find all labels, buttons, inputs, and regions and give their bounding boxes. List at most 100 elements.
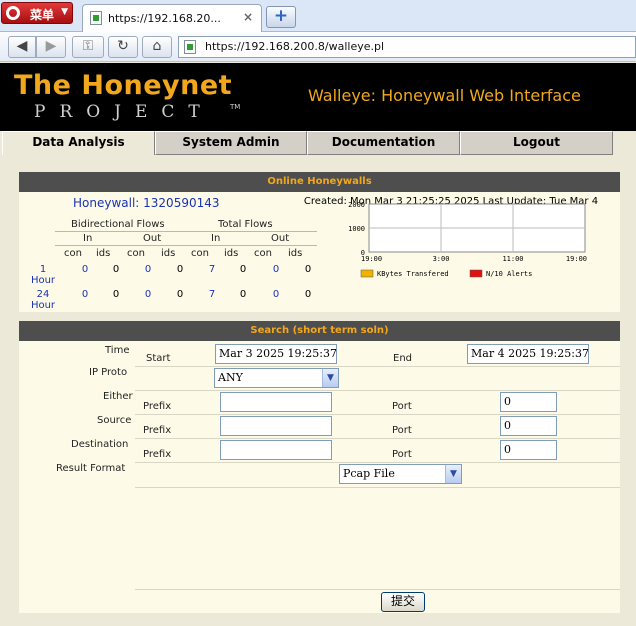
chart-x-tick-label: 3:00	[433, 255, 450, 263]
ip-proto-select[interactable]: ANY ▼	[214, 368, 339, 388]
ids-header: ids	[224, 248, 239, 259]
row-label-24-hour[interactable]: 24 Hour	[29, 289, 57, 311]
address-bar[interactable]: https://192.168.200.8/walleye.pl	[178, 36, 636, 58]
table-cell: 0	[239, 264, 247, 275]
chart-x-tick-label: 11:00	[502, 255, 523, 263]
row-divider	[135, 462, 620, 463]
end-time-input[interactable]: Mar 4 2025 19:25:37	[467, 344, 589, 364]
row-divider	[135, 438, 620, 439]
browser-toolbar: ◀ ▶ ⚿ ↻ ⌂ https://192.168.200.8/walleye.…	[0, 32, 636, 62]
chart-y-tick-label: 2000	[348, 201, 365, 209]
source-prefix-input[interactable]	[220, 416, 332, 436]
chevron-down-icon: ▼	[61, 7, 68, 17]
new-tab-button[interactable]: +	[266, 6, 296, 28]
table-cell[interactable]: 0	[77, 264, 93, 275]
chart-legend-label: KBytes Transfered	[377, 270, 449, 278]
opera-menu-button[interactable]: 菜单 ▼	[1, 2, 73, 24]
forward-button[interactable]: ▶	[36, 36, 66, 58]
row-divider	[135, 390, 620, 391]
con-header: con	[64, 248, 82, 259]
back-button[interactable]: ◀	[8, 36, 36, 58]
search-heading: Search (short term soln)	[19, 321, 620, 341]
con-header: con	[254, 248, 272, 259]
start-label: Start	[146, 353, 171, 364]
port-label: Port	[392, 425, 412, 436]
table-divider	[55, 245, 317, 246]
port-label: Port	[392, 401, 412, 412]
reload-button[interactable]: ↻	[108, 36, 138, 58]
chart-legend-swatch	[360, 269, 374, 278]
home-icon: ⌂	[152, 38, 162, 54]
either-label: Either	[103, 391, 133, 402]
page-favicon-icon	[184, 40, 196, 54]
table-cell[interactable]: 0	[140, 289, 156, 300]
password-manager-button[interactable]: ⚿	[72, 36, 104, 58]
con-header: con	[127, 248, 145, 259]
result-format-value: Pcap File	[343, 467, 395, 480]
destination-port-input[interactable]: 0	[500, 440, 557, 460]
source-label: Source	[97, 415, 132, 426]
end-label: End	[393, 353, 413, 364]
bidirectional-flows-header: Bidirectional Flows	[71, 219, 165, 230]
start-time-input[interactable]: Mar 3 2025 19:25:37	[215, 344, 337, 364]
browser-tab[interactable]: https://192.168.20... ×	[82, 4, 262, 32]
out-header: Out	[143, 233, 162, 244]
table-cell[interactable]: 0	[268, 289, 284, 300]
table-cell: 0	[239, 289, 247, 300]
row-divider	[135, 366, 620, 367]
row-label-1-hour[interactable]: 1 Hour	[29, 264, 57, 286]
table-cell[interactable]: 0	[77, 289, 93, 300]
tab-title: https://192.168.20...	[108, 12, 221, 25]
ids-header: ids	[161, 248, 176, 259]
trademark-mark: TM	[230, 103, 241, 111]
page-viewport: The Honeynet PROJECT TM Walleye: Honeywa…	[0, 63, 636, 626]
destination-prefix-input[interactable]	[220, 440, 332, 460]
opera-logo-icon	[6, 6, 20, 20]
tab-system-admin[interactable]: System Admin	[155, 131, 307, 155]
chevron-down-icon: ▼	[445, 465, 461, 483]
in-header: In	[83, 233, 93, 244]
submit-button[interactable]: 提交	[381, 592, 425, 612]
table-cell[interactable]: 7	[204, 264, 220, 275]
prefix-label: Prefix	[143, 449, 172, 460]
table-cell[interactable]: 0	[140, 264, 156, 275]
table-cell[interactable]: 7	[204, 289, 220, 300]
result-format-select[interactable]: Pcap File ▼	[339, 464, 462, 484]
home-button[interactable]: ⌂	[142, 36, 172, 58]
destination-label: Destination	[71, 439, 129, 450]
table-cell: 0	[304, 264, 312, 275]
total-flows-header: Total Flows	[218, 219, 273, 230]
honeywall-link[interactable]: Honeywall: 1320590143	[73, 196, 220, 210]
ip-proto-value: ANY	[218, 371, 243, 384]
address-url: https://192.168.200.8/walleye.pl	[205, 40, 385, 53]
honeynet-logo-text: The Honeynet	[14, 70, 233, 101]
tab-logout[interactable]: Logout	[460, 131, 613, 155]
table-cell: 0	[176, 289, 184, 300]
main-nav: Data Analysis System Admin Documentation…	[0, 131, 636, 155]
menu-label: 菜单	[30, 8, 55, 22]
result-format-label: Result Format	[56, 463, 126, 474]
either-port-input[interactable]: 0	[500, 392, 557, 412]
ip-proto-label: IP Proto	[89, 367, 128, 378]
row-divider	[135, 487, 620, 488]
prefix-label: Prefix	[143, 401, 172, 412]
tab-documentation[interactable]: Documentation	[307, 131, 460, 155]
row-label-unit: Hour	[30, 300, 56, 311]
out-header: Out	[271, 233, 290, 244]
chart-x-tick-label: 19:00	[566, 255, 587, 263]
back-icon: ◀	[16, 38, 28, 54]
row-label-unit: Hour	[30, 275, 56, 286]
tab-data-analysis[interactable]: Data Analysis	[2, 131, 155, 155]
chevron-down-icon: ▼	[322, 369, 338, 387]
source-port-input[interactable]: 0	[500, 416, 557, 436]
browser-tab-strip: 菜单 ▼ https://192.168.20... × +	[0, 0, 636, 32]
table-cell: 0	[112, 289, 120, 300]
either-prefix-input[interactable]	[220, 392, 332, 412]
close-tab-icon[interactable]: ×	[243, 10, 253, 24]
row-label-number: 1	[39, 264, 47, 275]
ids-header: ids	[288, 248, 303, 259]
row-label-number: 24	[36, 289, 50, 300]
table-cell[interactable]: 0	[268, 264, 284, 275]
con-header: con	[191, 248, 209, 259]
online-honeywalls-heading: Online Honeywalls	[19, 172, 620, 192]
